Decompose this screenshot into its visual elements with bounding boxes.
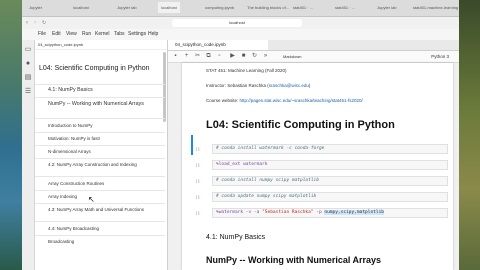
activity-bar: ▭ ● ▤ ☰ bbox=[22, 40, 35, 270]
menu-kernel[interactable]: Kernel bbox=[95, 29, 109, 40]
paste-icon[interactable]: ▫ bbox=[215, 52, 224, 61]
browser-tab[interactable]: localhost bbox=[70, 2, 92, 13]
run-icon[interactable]: ▶ bbox=[228, 52, 237, 61]
add-cell-icon[interactable]: + bbox=[182, 52, 191, 61]
restart-icon[interactable]: ↻ bbox=[250, 52, 259, 61]
code-cell[interactable]: [ ]: # conda install numpy scipy matplot… bbox=[196, 175, 448, 187]
cell-prompt: [ ]: bbox=[196, 162, 201, 167]
browser-tab[interactable]: Jupyter lab bbox=[374, 2, 410, 13]
browser-window: Jupyter localhost Jupyter lab localhost … bbox=[22, 0, 459, 270]
toc-heading[interactable]: L04: Scientific Computing in Python bbox=[39, 64, 164, 73]
website-line: Course website: http://pages.stat.wisc.e… bbox=[206, 98, 363, 103]
toc-item[interactable]: Motivation: NumPy is fast! bbox=[35, 136, 165, 142]
toc-item[interactable]: N-dimensional Arrays bbox=[35, 149, 165, 155]
toc-divider bbox=[35, 221, 165, 222]
menu-file[interactable]: File bbox=[38, 29, 46, 40]
toc-divider bbox=[35, 84, 165, 85]
back-icon[interactable]: ‹ bbox=[26, 19, 28, 27]
toc-item[interactable]: Array Construction Routines bbox=[35, 181, 165, 187]
kernel-name[interactable]: Python 3 bbox=[431, 51, 449, 62]
section-heading-2: NumPy -- Working with Numerical Arrays bbox=[206, 255, 382, 265]
notebook-title: L04: Scientific Computing in Python bbox=[206, 119, 395, 131]
section-heading: 4.1: NumPy Basics bbox=[206, 234, 266, 241]
toc-divider bbox=[35, 158, 165, 159]
cut-icon[interactable]: ✂ bbox=[193, 52, 202, 61]
toc-notebook-path: 04_scipython_code.ipynb bbox=[35, 40, 167, 50]
browser-tab-active[interactable]: localhost bbox=[158, 2, 180, 13]
desktop-background-right bbox=[458, 0, 480, 270]
code-input[interactable]: # conda install watermark -c conda-forge bbox=[212, 144, 448, 154]
url-field[interactable]: localhost bbox=[172, 19, 302, 27]
menu-tabs[interactable]: Tabs bbox=[114, 29, 125, 40]
commands-icon[interactable]: ▤ bbox=[24, 74, 32, 82]
notebook-toolbar: ▪ + ✂ ⧉ ▫ ▶ ■ ↻ » Markdown Python 3 bbox=[168, 51, 459, 63]
course-line: STAT 451: Machine Learning (Fall 2020) bbox=[206, 68, 287, 73]
menu-view[interactable]: View bbox=[66, 29, 77, 40]
toc-item[interactable]: 4.4: NumPy Broadcasting bbox=[35, 226, 165, 232]
code-input[interactable]: %watermark -v -a "Sebastian Raschka" -p … bbox=[212, 208, 448, 218]
code-cell[interactable]: [ ]: %watermark -v -a "Sebastian Raschka… bbox=[196, 207, 448, 219]
course-website-link[interactable]: http://pages.stat.wisc.edu/~sraschka/tea… bbox=[240, 98, 363, 103]
notebook-tab[interactable]: 04_scipython_code.ipynb bbox=[168, 40, 268, 50]
toc-divider bbox=[35, 97, 165, 98]
toc-divider bbox=[35, 176, 165, 177]
toc-item[interactable]: 4.1: NumPy Basics bbox=[35, 87, 165, 94]
toc-divider bbox=[35, 132, 165, 133]
cell-prompt: [ ]: bbox=[196, 178, 201, 183]
toc-item[interactable]: 4.3: NumPy Array Math and Universal Func… bbox=[35, 207, 165, 213]
toc-item[interactable]: 4.2: NumPy Array Construction and Indexi… bbox=[35, 162, 165, 168]
cell-prompt: [ ]: bbox=[196, 146, 201, 151]
toc-item[interactable]: NumPy -- Working with Numerical Arrays bbox=[35, 101, 165, 108]
code-input[interactable]: # conda update numpy scipy matplotlib bbox=[212, 192, 448, 202]
folder-icon[interactable]: ▭ bbox=[24, 46, 32, 54]
mouse-cursor-icon: ↖ bbox=[88, 195, 95, 204]
toc-item[interactable]: Broadcasting bbox=[35, 239, 165, 245]
code-cell[interactable]: [ ]: %load_ext watermark bbox=[196, 159, 448, 171]
cell-type-select[interactable]: Markdown bbox=[283, 53, 318, 60]
browser-tab[interactable]: stat451-machine-learning bbox=[410, 2, 459, 13]
copy-icon[interactable]: ⧉ bbox=[204, 52, 213, 61]
browser-tab[interactable]: The building blocks of... bbox=[244, 2, 290, 13]
active-cell-indicator bbox=[191, 135, 193, 155]
toc-icon[interactable]: ☰ bbox=[24, 88, 32, 96]
table-of-contents-panel: 04_scipython_code.ipynb L04: Scientific … bbox=[35, 40, 168, 270]
toc-item[interactable]: Array Indexing bbox=[35, 194, 165, 200]
menu-run[interactable]: Run bbox=[82, 29, 91, 40]
browser-tab[interactable]: stat451 · ... bbox=[290, 2, 332, 13]
reload-icon[interactable]: ↻ bbox=[42, 19, 46, 27]
menu-settings[interactable]: Settings bbox=[128, 29, 146, 40]
cell-prompt: [ ]: bbox=[196, 194, 201, 199]
code-cell[interactable]: [ ]: # conda install watermark -c conda-… bbox=[196, 143, 448, 155]
menu-help[interactable]: Help bbox=[148, 29, 158, 40]
browser-tab[interactable]: stat451 · ... bbox=[332, 2, 374, 13]
browser-tab-strip: Jupyter localhost Jupyter lab localhost … bbox=[22, 0, 459, 17]
toc-divider bbox=[35, 235, 165, 236]
save-icon[interactable]: ▪ bbox=[171, 52, 180, 61]
toc-item[interactable]: Introduction to NumPy bbox=[35, 123, 165, 129]
cell-prompt: [ ]: bbox=[196, 210, 201, 215]
code-input[interactable]: # conda install numpy scipy matplotlib bbox=[212, 176, 448, 186]
code-cell[interactable]: [ ]: # conda update numpy scipy matplotl… bbox=[196, 191, 448, 203]
browser-tab[interactable]: Jupyter bbox=[26, 2, 45, 13]
notebook-document: STAT 451: Machine Learning (Fall 2020) I… bbox=[182, 63, 453, 270]
forward-icon[interactable]: › bbox=[34, 19, 36, 27]
menu-edit[interactable]: Edit bbox=[52, 29, 61, 40]
toc-divider bbox=[35, 145, 165, 146]
stop-icon[interactable]: ■ bbox=[239, 52, 248, 61]
running-icon[interactable]: ● bbox=[24, 60, 32, 68]
notebook-area: 04_scipython_code.ipynb ▪ + ✂ ⧉ ▫ ▶ ■ ↻ … bbox=[168, 40, 459, 270]
fast-forward-icon[interactable]: » bbox=[261, 52, 270, 61]
instructor-email-link[interactable]: sraschka@wisc.edu bbox=[269, 83, 309, 88]
browser-tab[interactable]: computing.ipynb bbox=[202, 2, 242, 13]
toc-divider bbox=[35, 203, 165, 204]
browser-tab[interactable]: Jupyter lab bbox=[114, 2, 140, 13]
code-input[interactable]: %load_ext watermark bbox=[212, 160, 448, 170]
toc-divider bbox=[35, 118, 165, 119]
instructor-line: Instructor: Sebastian Raschka (sraschka@… bbox=[206, 83, 311, 88]
toc-divider bbox=[35, 190, 165, 191]
notebook-tab-bar: 04_scipython_code.ipynb bbox=[168, 40, 459, 51]
